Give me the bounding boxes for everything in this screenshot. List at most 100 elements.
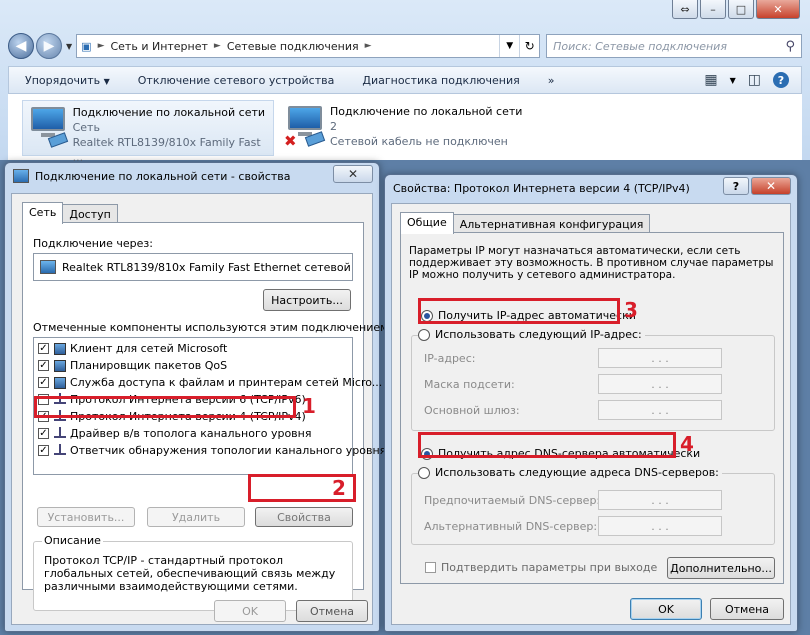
preferred-dns-field: . . .: [598, 490, 722, 510]
network-connection-icon: [23, 101, 73, 155]
search-input[interactable]: Поиск: Сетевые подключения ⚲: [546, 34, 802, 58]
refresh-icon[interactable]: ↻: [519, 35, 539, 57]
protocol-icon: [54, 426, 66, 438]
history-dropdown-icon[interactable]: ▼: [66, 42, 72, 51]
annotation-number-1: 1: [302, 394, 316, 418]
gateway-label: Основной шлюз:: [424, 404, 520, 417]
more-commands-button[interactable]: »: [548, 74, 555, 87]
chevron-down-icon: ▼: [103, 76, 110, 86]
disable-device-button[interactable]: Отключение сетевого устройства: [138, 74, 335, 87]
chevron-right-icon: ►: [213, 41, 221, 51]
intro-text: Параметры IP могут назначаться автоматич…: [409, 245, 774, 281]
component-checkbox[interactable]: ✓: [38, 360, 49, 371]
maximize-button[interactable]: □: [728, 0, 754, 19]
ip-address-field: . . .: [598, 348, 722, 368]
scheduler-icon: [54, 359, 66, 372]
alternate-dns-label: Альтернативный DNS-сервер:: [424, 520, 598, 533]
connect-via-label: Подключение через:: [33, 237, 153, 250]
highlight-frame-1: [34, 396, 296, 418]
address-bar[interactable]: ▣ ► Сеть и Интернет ► Сетевые подключени…: [76, 34, 541, 58]
list-item[interactable]: ✓ Клиент для сетей Microsoft: [38, 340, 227, 357]
description-title: Описание: [42, 534, 103, 547]
alternate-dns-field: . . .: [598, 516, 722, 536]
list-item[interactable]: ✓ Драйвер в/в тополога канального уровня: [38, 425, 311, 442]
dialog-title: Подключение по локальной сети - свойства: [35, 169, 291, 183]
list-item[interactable]: ✓ Планировщик пакетов QoS: [38, 357, 227, 374]
chevron-down-icon[interactable]: ▼: [730, 76, 736, 85]
advanced-button[interactable]: Дополнительно...: [667, 557, 775, 579]
ip-address-label: IP-адрес:: [424, 352, 476, 365]
connection-name: Подключение по локальной сети: [72, 106, 266, 119]
network-disconnected-icon: ✖: [280, 100, 330, 156]
description-text: Протокол TCP/IP - стандартный протокол г…: [44, 554, 336, 593]
properties-button[interactable]: Свойства: [255, 507, 353, 527]
breadcrumb-network-connections[interactable]: Сетевые подключения: [227, 40, 359, 53]
connection-item-lan2[interactable]: ✖ Подключение по локальной сети 2 Сетево…: [280, 100, 540, 156]
forward-button[interactable]: ▶: [36, 33, 62, 59]
list-item[interactable]: ✓ Ответчик обнаружения топологии канальн…: [38, 442, 386, 459]
components-label: Отмеченные компоненты используются этим …: [33, 321, 393, 334]
file-sharing-icon: [54, 376, 66, 389]
install-button[interactable]: Установить...: [37, 507, 135, 527]
back-button[interactable]: ◀: [8, 33, 34, 59]
cancel-button[interactable]: Отмена: [710, 598, 784, 620]
highlight-frame-3: [418, 298, 620, 324]
view-options-icon[interactable]: ▦: [704, 72, 717, 88]
dialog-body: Общие Альтернативная конфигурация Параме…: [391, 203, 791, 625]
configure-button[interactable]: Настроить...: [263, 289, 351, 311]
diagnose-button[interactable]: Диагностика подключения: [362, 74, 519, 87]
annotation-number-2: 2: [332, 476, 346, 500]
window-controls: ⇔ – □ ✕: [670, 0, 800, 19]
ipv4-properties-dialog: Свойства: Протокол Интернета версии 4 (T…: [384, 174, 798, 632]
annotation-number-3: 3: [624, 298, 638, 322]
connection-status: Сеть: [72, 121, 100, 134]
network-connection-icon: [13, 169, 29, 183]
ip-manual-radio[interactable]: Использовать следующий IP-адрес:: [418, 328, 645, 341]
dns-manual-group: Использовать следующие адреса DNS-сервер…: [411, 466, 775, 545]
validate-checkbox[interactable]: Подтвердить параметры при выходе: [425, 561, 657, 574]
minimize-button[interactable]: –: [700, 0, 726, 19]
component-checkbox[interactable]: ✓: [38, 445, 49, 456]
dns-manual-radio[interactable]: Использовать следующие адреса DNS-сервер…: [418, 466, 722, 479]
close-button[interactable]: ✕: [756, 0, 800, 19]
connection-name: Подключение по локальной сети: [330, 105, 523, 118]
connection-item-lan1[interactable]: Подключение по локальной сети Сеть Realt…: [22, 100, 274, 164]
layout-pane-icon[interactable]: ◫: [748, 72, 761, 88]
restore-icon[interactable]: ⇔: [672, 0, 698, 19]
component-checkbox[interactable]: ✓: [38, 428, 49, 439]
address-dropdown-icon[interactable]: ▼: [499, 35, 519, 57]
close-button[interactable]: ✕: [751, 177, 791, 195]
ip-manual-group: Использовать следующий IP-адрес: IP-адре…: [411, 328, 775, 431]
network-client-icon: [54, 342, 66, 355]
subnet-mask-label: Маска подсети:: [424, 378, 515, 391]
close-button[interactable]: ✕: [333, 165, 373, 183]
search-icon[interactable]: ⚲: [785, 39, 795, 54]
highlight-frame-4: [418, 432, 676, 458]
cancel-button[interactable]: Отмена: [296, 600, 368, 622]
help-icon[interactable]: ?: [773, 72, 789, 88]
chevron-right-icon: ►: [364, 41, 372, 51]
protocol-icon: [54, 443, 66, 455]
explorer-window: ⇔ – □ ✕ ◀ ▶ ▼ ▣ ► Сеть и Интернет ► Сете…: [0, 0, 810, 164]
component-checkbox[interactable]: ✓: [38, 343, 49, 354]
network-adapter-icon: [40, 260, 56, 274]
preferred-dns-label: Предпочитаемый DNS-сервер:: [424, 494, 601, 507]
list-item[interactable]: ✓ Служба доступа к файлам и принтерам се…: [38, 374, 382, 391]
connection-device: Realtek RTL8139/810x Family Fast ...: [72, 136, 261, 164]
help-button[interactable]: ?: [723, 177, 749, 195]
remove-button[interactable]: Удалить: [147, 507, 245, 527]
adapter-field: Realtek RTL8139/810x Family Fast Etherne…: [33, 253, 353, 281]
ok-button[interactable]: OK: [214, 600, 286, 622]
tab-network[interactable]: Сеть: [22, 202, 64, 224]
tab-panel-general: Параметры IP могут назначаться автоматич…: [400, 232, 784, 584]
navigation-bar: ◀ ▶ ▼ ▣ ► Сеть и Интернет ► Сетевые подк…: [8, 32, 802, 60]
tab-general[interactable]: Общие: [400, 212, 454, 234]
ok-button[interactable]: OK: [630, 598, 702, 620]
dialog-title-bar[interactable]: Подключение по локальной сети - свойства: [5, 163, 379, 189]
organize-menu[interactable]: Упорядочить ▼: [25, 74, 110, 87]
subnet-mask-field: . . .: [598, 374, 722, 394]
breadcrumb-network-internet[interactable]: Сеть и Интернет: [110, 40, 207, 53]
network-folder-icon: ▣: [81, 39, 92, 53]
component-checkbox[interactable]: ✓: [38, 377, 49, 388]
connection-status: 2: [330, 120, 337, 133]
